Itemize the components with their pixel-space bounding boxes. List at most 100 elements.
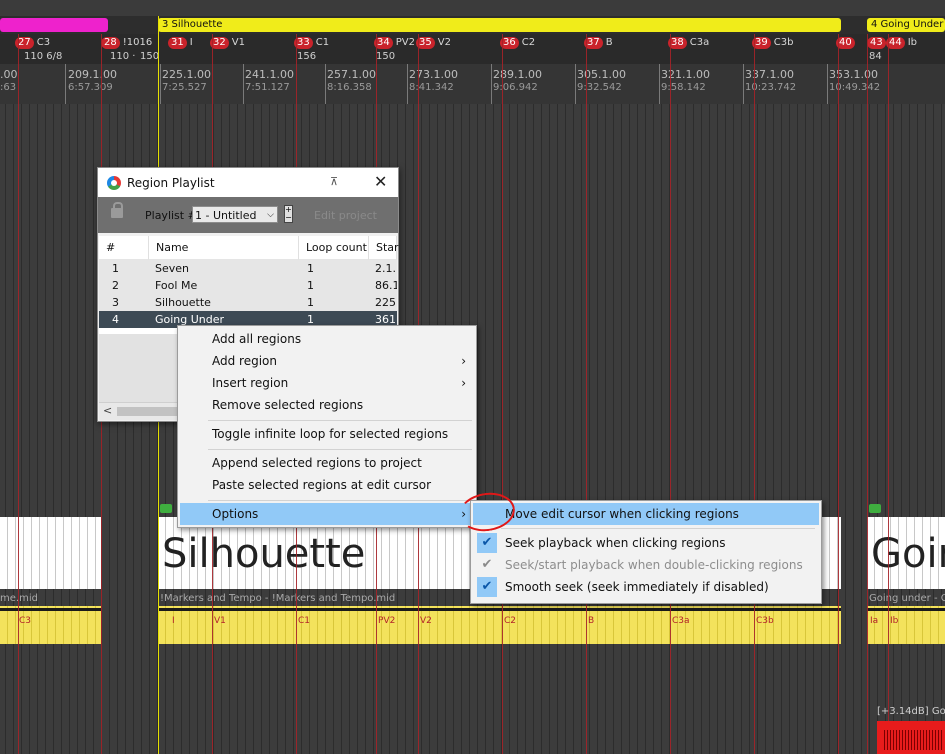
grid-line <box>509 104 510 754</box>
option-seek-playback-click[interactable]: ✔ Seek playback when clicking regions <box>473 532 819 554</box>
item-note-icon[interactable] <box>869 504 881 513</box>
menu-item-label: Insert region <box>212 376 289 390</box>
table-row[interactable]: 3 Silhouette 1 225. <box>99 294 397 311</box>
grid-line <box>29 104 30 754</box>
marker[interactable]: 32 V1 <box>210 36 245 49</box>
grid-line <box>741 104 742 754</box>
marker[interactable]: 38 C3a <box>668 36 709 49</box>
marker[interactable]: 35 V2 <box>416 36 451 49</box>
audio-item[interactable] <box>877 721 945 754</box>
playlist-table[interactable]: # Name Loop count Star 1 Seven 1 2.1. 2 … <box>99 236 399 334</box>
column-header[interactable]: Loop count <box>299 236 369 260</box>
marker-label: PV2 <box>395 37 415 48</box>
marker[interactable]: 36 C2 <box>500 36 535 49</box>
tempo-marker[interactable]: 110 · <box>110 51 135 63</box>
menu-item-append-to-project[interactable]: Append selected regions to project <box>180 452 474 474</box>
midi-text-event: V1 <box>214 616 226 626</box>
tempo-marker[interactable]: 150 <box>140 51 159 63</box>
playlist-spinner[interactable]: + − <box>284 205 293 223</box>
scrollbar-thumb[interactable] <box>117 407 177 416</box>
grid-line <box>605 104 606 754</box>
menu-item-label: Seek playback when clicking regions <box>505 536 726 550</box>
table-row[interactable]: 2 Fool Me 1 86.1 <box>99 277 397 294</box>
ruler-measure: 225.1.00 <box>162 68 211 81</box>
midi-item[interactable] <box>0 606 101 644</box>
column-header[interactable]: Star <box>369 236 399 260</box>
close-icon[interactable]: ✕ <box>374 172 387 191</box>
marker[interactable]: 33 C1 <box>294 36 329 49</box>
lyric-text: Silhouette <box>162 531 366 577</box>
menu-item-add-all-regions[interactable]: Add all regions <box>180 328 474 350</box>
midi-text-event: Ib <box>890 616 899 626</box>
grid-line <box>797 104 798 754</box>
grid-line <box>749 104 750 754</box>
tempo-marker[interactable]: 150 <box>376 51 395 63</box>
grid-line <box>645 104 646 754</box>
menu-item-insert-region[interactable]: Insert region › <box>180 372 474 394</box>
option-smooth-seek[interactable]: ✔ Smooth seek (seek immediately if disabl… <box>473 576 819 598</box>
marker[interactable]: 31 I <box>168 36 193 49</box>
grid-line <box>685 104 686 754</box>
marker[interactable]: 44 Ib <box>886 36 917 49</box>
waveform <box>884 730 942 750</box>
ruler-tick <box>743 64 744 104</box>
checkmark-icon: ✔ <box>481 557 493 572</box>
options-submenu[interactable]: Move edit cursor when clicking regions ✔… <box>470 500 822 604</box>
ruler-measure: 209.1.00 <box>68 68 117 81</box>
item-note-icon[interactable] <box>160 504 172 513</box>
window-titlebar[interactable]: Region Playlist ⊼ ✕ <box>98 168 398 197</box>
marker[interactable]: 34 PV2 <box>374 36 415 49</box>
scroll-left-icon[interactable]: < <box>103 404 112 417</box>
marker-label: C3b <box>773 37 794 48</box>
region-bar-silhouette[interactable]: 3 Silhouette <box>158 18 841 32</box>
lyrics-item[interactable] <box>0 517 101 589</box>
menu-item-add-region[interactable]: Add region › <box>180 350 474 372</box>
marker[interactable]: 37 B <box>584 36 613 49</box>
grid-line <box>717 104 718 754</box>
region-bar-going-under[interactable]: 4 Going Under <box>867 18 945 32</box>
lock-icon[interactable] <box>111 202 123 218</box>
menu-item-options[interactable]: Options › <box>180 503 474 525</box>
playlist-select[interactable]: 1 - Untitled ⌵ <box>192 206 278 223</box>
column-header[interactable]: # <box>99 236 149 260</box>
marker[interactable]: 39 C3b <box>752 36 793 49</box>
ruler-time: 8:41.342 <box>409 82 454 93</box>
tempo-marker[interactable]: 110 6/8 <box>24 51 62 63</box>
column-header[interactable]: Name <box>149 236 299 260</box>
lyrics-item-going-under[interactable]: Goin <box>867 517 945 589</box>
marker-label: V2 <box>437 37 451 48</box>
region-bar-prev[interactable] <box>0 18 108 32</box>
midi-item-markers-tempo[interactable] <box>158 606 841 644</box>
midi-text-event: I <box>172 616 175 626</box>
grid-line <box>661 104 662 754</box>
ruler-measure: .00 <box>0 68 18 81</box>
menu-item-remove-selected-regions[interactable]: Remove selected regions <box>180 394 474 416</box>
option-seek-start-double-click[interactable]: ✔ Seek/start playback when double-clickin… <box>473 554 819 576</box>
option-move-edit-cursor[interactable]: Move edit cursor when clicking regions <box>473 503 819 525</box>
grid-line <box>93 104 94 754</box>
midi-item-border <box>0 608 101 611</box>
tempo-marker[interactable]: 156 <box>297 51 316 63</box>
timeline-ruler[interactable] <box>0 64 945 104</box>
grid-line <box>61 104 62 754</box>
pin-icon[interactable]: ⊼ <box>330 175 338 188</box>
grid-line <box>525 104 526 754</box>
ruler-measure: 273.1.00 <box>409 68 458 81</box>
lyric-text: Goin <box>871 531 945 577</box>
midi-item-going-under[interactable] <box>867 606 945 644</box>
menu-item-paste-at-edit-cursor[interactable]: Paste selected regions at edit cursor <box>180 474 474 496</box>
grid-line <box>517 104 518 754</box>
context-menu[interactable]: Add all regions Add region › Insert regio… <box>177 325 477 528</box>
table-row[interactable]: 1 Seven 1 2.1. <box>99 260 397 277</box>
marker[interactable]: 27 C3 <box>15 36 50 49</box>
edit-project-button[interactable]: Edit project <box>314 209 377 222</box>
menu-item-toggle-infinite-loop[interactable]: Toggle infinite loop for selected region… <box>180 423 474 445</box>
playlist-select-value: 1 - Untitled <box>195 209 257 222</box>
midi-item-border <box>158 608 841 611</box>
menu-item-label: Append selected regions to project <box>212 456 422 470</box>
marker[interactable]: 40 <box>836 36 858 49</box>
grid-line <box>853 104 854 754</box>
marker[interactable]: 28 !1016 <box>101 36 152 49</box>
ruler-measure: 353.1.00 <box>829 68 878 81</box>
tempo-marker[interactable]: 84 <box>869 51 882 63</box>
